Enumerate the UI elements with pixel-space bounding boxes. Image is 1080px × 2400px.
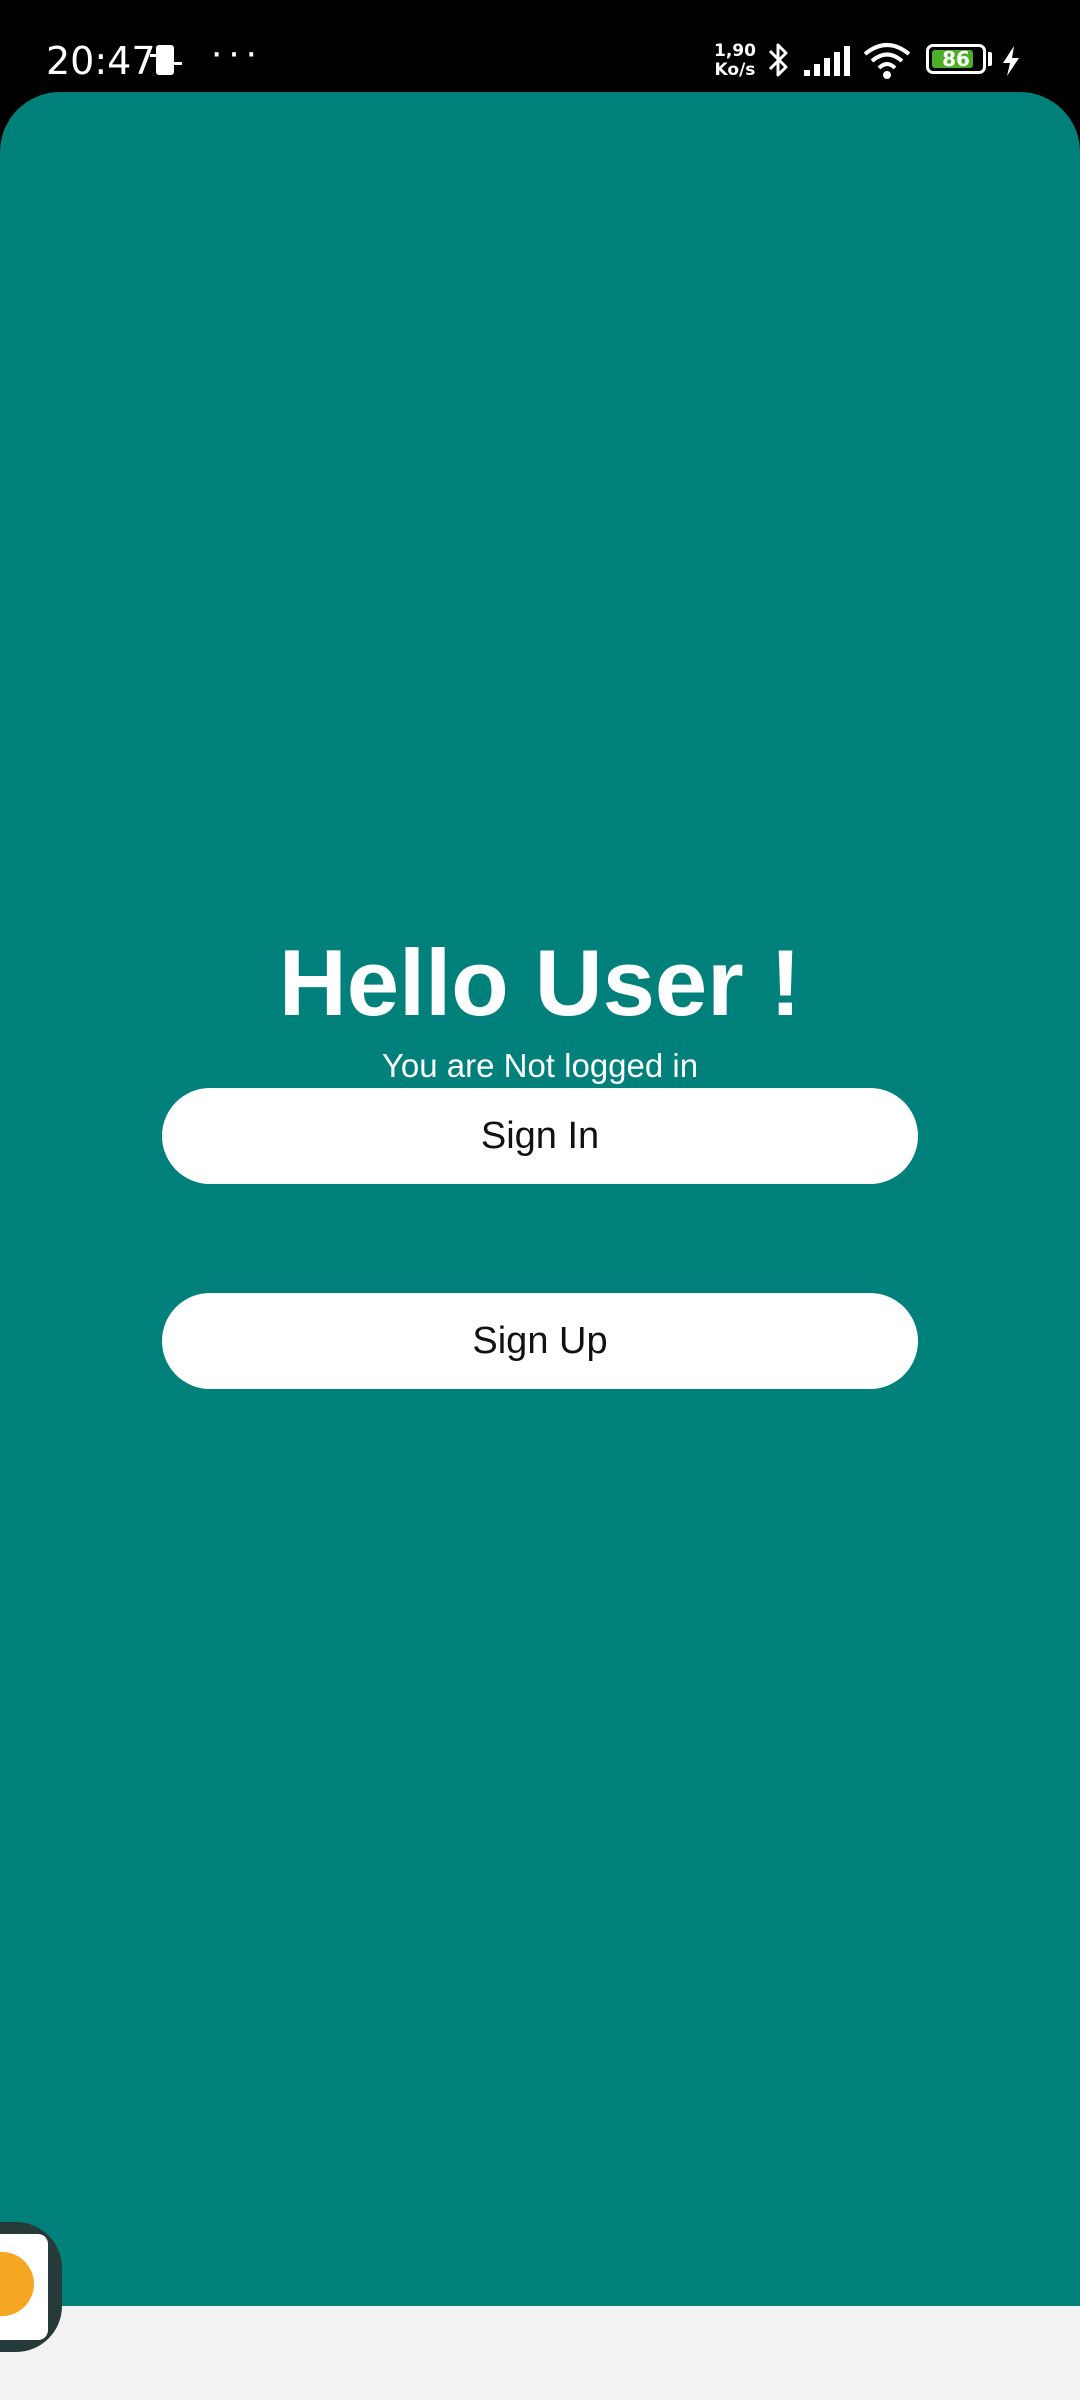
network-speed-value: 1,90 [714,41,756,61]
navigation-bar [0,2306,1080,2400]
phone-icon [150,45,182,75]
bluetooth-icon [768,43,788,77]
signal-icon [804,46,850,76]
network-speed: 1,90 Ko/s [712,42,758,80]
sign-in-button[interactable]: Sign In [162,1088,918,1184]
battery-cap [988,52,992,66]
app-background [0,92,1080,2306]
status-time: 20:47 [46,39,156,83]
network-speed-unit: Ko/s [714,60,756,80]
login-status-text: You are Not logged in [381,1047,699,1084]
wifi-icon [863,43,911,79]
battery-icon: 86 [926,44,986,74]
page-title: Hello User ! [278,930,802,1035]
sign-up-button[interactable]: Sign Up [162,1293,918,1389]
more-notifications-icon: ··· [210,30,262,74]
battery-level: 86 [942,47,970,71]
status-bar: 20:47 ··· 1,90 Ko/s 86 [0,0,1080,92]
charging-icon [1003,46,1019,76]
